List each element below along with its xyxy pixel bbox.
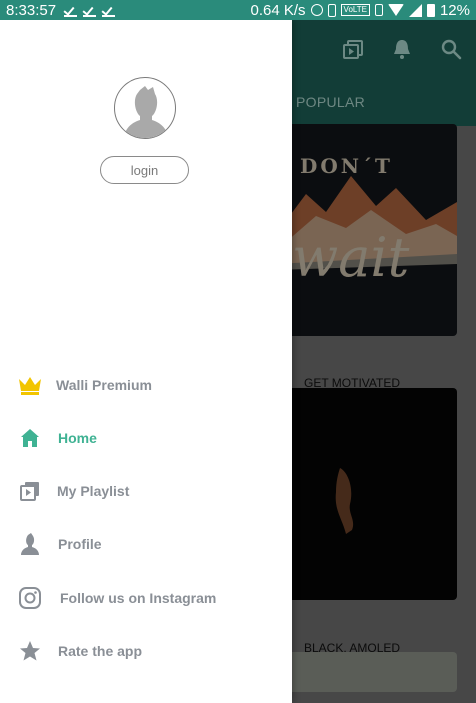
notification-icons bbox=[64, 4, 116, 17]
wifi-icon bbox=[387, 4, 404, 16]
signal-icon bbox=[408, 3, 422, 17]
battery-icon bbox=[426, 3, 435, 17]
network-speed: 0.64 K/s bbox=[250, 1, 306, 19]
menu-item-home[interactable]: Home bbox=[0, 418, 292, 458]
menu-item-walli-premium[interactable]: Walli Premium bbox=[0, 365, 292, 405]
menu-item-rate-the-app[interactable]: Rate the app bbox=[0, 631, 292, 671]
menu-item-label: My Playlist bbox=[57, 483, 130, 499]
avatar-icon[interactable] bbox=[114, 77, 176, 139]
phone-icon bbox=[327, 3, 336, 17]
download-done-icon bbox=[102, 4, 116, 17]
download-done-icon bbox=[64, 4, 78, 17]
menu-item-instagram[interactable]: Follow us on Instagram bbox=[0, 578, 292, 618]
vibrate-icon bbox=[374, 4, 383, 16]
instagram-icon bbox=[18, 586, 42, 610]
menu-item-label: Follow us on Instagram bbox=[60, 590, 217, 606]
status-bar: 8:33:57 0.64 K/s VoLTE 12% bbox=[0, 0, 476, 20]
playlist-icon bbox=[18, 479, 42, 503]
battery-level: 12% bbox=[439, 1, 470, 19]
login-button[interactable]: login bbox=[100, 156, 189, 184]
menu-item-label: Walli Premium bbox=[56, 377, 152, 393]
profile-icon bbox=[18, 532, 42, 556]
navigation-drawer: login Walli Premium Home My Playlist Pro… bbox=[0, 20, 292, 703]
home-icon bbox=[18, 426, 42, 450]
status-right: 0.64 K/s VoLTE 12% bbox=[251, 2, 471, 19]
menu-item-label: Profile bbox=[58, 536, 102, 552]
menu-item-label: Home bbox=[58, 430, 97, 446]
menu-item-label: Rate the app bbox=[58, 643, 143, 659]
status-time: 8:33:57 bbox=[6, 1, 57, 19]
volte-badge: VoLTE bbox=[340, 4, 370, 16]
star-icon bbox=[18, 639, 42, 663]
alarm-icon bbox=[310, 4, 323, 16]
download-done-icon bbox=[83, 4, 97, 17]
menu-item-profile[interactable]: Profile bbox=[0, 524, 292, 564]
menu-item-my-playlist[interactable]: My Playlist bbox=[0, 471, 292, 511]
crown-icon bbox=[18, 373, 42, 397]
